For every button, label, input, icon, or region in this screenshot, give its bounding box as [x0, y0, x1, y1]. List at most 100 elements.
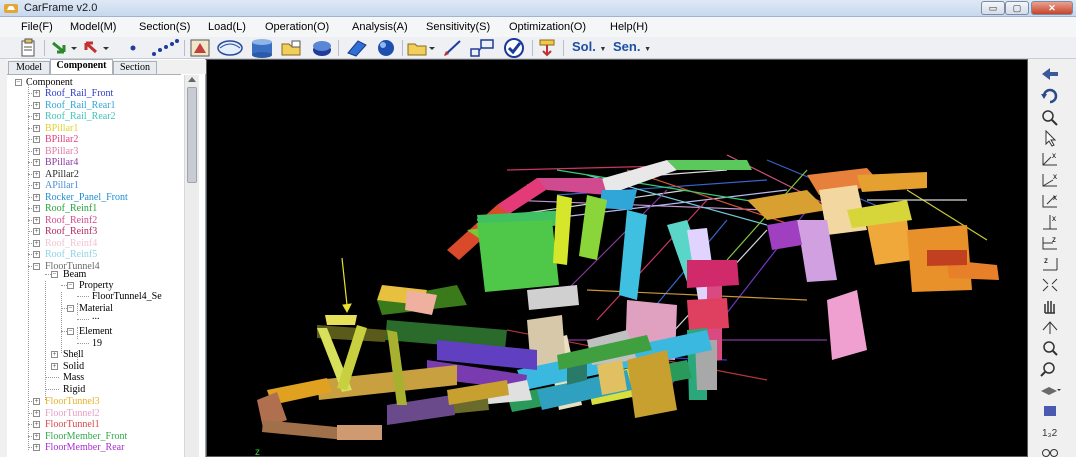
tree-label: 19: [92, 338, 102, 349]
refresh-icon[interactable]: [1039, 86, 1061, 106]
glasses-view-icon[interactable]: [1039, 443, 1061, 457]
maximize-button[interactable]: ▢: [1005, 1, 1029, 15]
expand-icon[interactable]: +: [33, 159, 40, 166]
solution-dropdown-icon: ▼: [599, 46, 607, 53]
view-xy-icon[interactable]: x: [1039, 149, 1061, 169]
new-document-icon[interactable]: [18, 38, 40, 58]
menu-load[interactable]: Load(L): [208, 21, 246, 33]
collapse-icon[interactable]: −: [15, 79, 22, 86]
view-front-icon[interactable]: z: [1039, 233, 1061, 253]
expand-icon[interactable]: +: [51, 351, 58, 358]
load-arrow-icon[interactable]: [536, 38, 558, 58]
tree-label: Property: [79, 280, 114, 291]
expand-icon[interactable]: +: [33, 216, 40, 224]
pencil-measure-icon[interactable]: [441, 38, 465, 58]
back-arrow-icon[interactable]: [1039, 64, 1061, 84]
select-cursor-icon[interactable]: [1039, 128, 1061, 148]
collapse-icon[interactable]: −: [67, 282, 74, 289]
scroll-thumb[interactable]: [187, 87, 197, 183]
node-point-icon[interactable]: [125, 38, 141, 58]
numbering-icon[interactable]: 1₃2: [1039, 422, 1061, 442]
minimize-button[interactable]: ▭: [981, 1, 1005, 15]
model-viewport[interactable]: z: [206, 59, 1028, 457]
beam-line-icon[interactable]: [150, 38, 180, 58]
expand-icon[interactable]: +: [33, 205, 40, 212]
pan-hand-icon[interactable]: [1039, 296, 1061, 316]
tree-item-label: Roof_Rail_Rear1: [45, 99, 116, 111]
menu-bar: File(F) Model(M) Section(S) Load(L) Oper…: [0, 17, 1076, 37]
collapse-icon[interactable]: −: [67, 328, 74, 335]
expand-icon[interactable]: +: [33, 228, 40, 235]
select-box-icon[interactable]: [468, 38, 496, 58]
menu-file[interactable]: File(F): [21, 21, 53, 33]
close-button[interactable]: ✕: [1031, 1, 1073, 15]
expand-icon[interactable]: +: [33, 113, 40, 120]
tab-component[interactable]: Component: [50, 59, 113, 74]
menu-model[interactable]: Model(M): [70, 21, 116, 33]
view-zx-icon[interactable]: x: [1039, 191, 1061, 211]
open-folder-icon[interactable]: [280, 38, 304, 58]
expand-icon[interactable]: +: [33, 398, 40, 405]
view-yz-icon[interactable]: x: [1039, 170, 1061, 190]
view-iso-icon[interactable]: x: [1039, 212, 1061, 232]
expand-icon[interactable]: +: [33, 421, 40, 428]
zoom-window-icon[interactable]: [1039, 338, 1061, 358]
folder-options-icon[interactable]: [406, 38, 436, 58]
mass-blob-icon[interactable]: [310, 38, 334, 58]
zoom-fit-icon[interactable]: [1039, 107, 1061, 127]
fill-display-icon[interactable]: [1039, 401, 1061, 421]
expand-icon[interactable]: +: [33, 239, 40, 247]
rotate-icon[interactable]: [1039, 317, 1061, 337]
shading-icon[interactable]: [345, 38, 369, 58]
sensitivity-button[interactable]: Sen. ▼: [613, 39, 651, 54]
expand-icon[interactable]: +: [33, 251, 40, 258]
tree-scrollbar[interactable]: [184, 75, 199, 457]
tab-section[interactable]: Section: [113, 61, 157, 74]
tree-item-label: BPillar1: [45, 122, 79, 134]
tab-model[interactable]: Model: [8, 61, 50, 74]
layer-dropdown-icon[interactable]: [1039, 380, 1061, 400]
app-car-icon: [4, 4, 18, 13]
view-back-icon[interactable]: z: [1039, 254, 1061, 274]
scroll-up-icon[interactable]: [188, 77, 196, 82]
solution-button[interactable]: Sol. ▼: [572, 39, 606, 54]
check-validate-icon[interactable]: [500, 38, 528, 58]
zoom-dynamic-icon[interactable]: [1039, 359, 1061, 379]
sensitivity-dropdown-icon: ▼: [644, 46, 652, 53]
title-bar: CarFrame v2.0 ▭ ▢ ✕: [0, 0, 1076, 17]
expand-icon[interactable]: +: [33, 90, 40, 97]
shell-shape-icon[interactable]: [216, 38, 244, 58]
expand-icon[interactable]: +: [33, 101, 40, 109]
menu-operation[interactable]: Operation(O): [265, 21, 329, 33]
menu-analysis[interactable]: Analysis(A): [352, 21, 408, 33]
expand-icon[interactable]: +: [33, 124, 40, 132]
menu-section[interactable]: Section(S): [139, 21, 190, 33]
section-frame-icon[interactable]: [189, 38, 211, 58]
solid-cylinder-icon[interactable]: [248, 38, 276, 58]
expand-icon[interactable]: +: [33, 147, 40, 155]
axis-z-label: z: [255, 447, 260, 457]
expand-icon[interactable]: +: [33, 409, 40, 417]
tree-label: Shell: [63, 349, 84, 360]
menu-optimization[interactable]: Optimization(O): [509, 21, 586, 33]
import-arrow-icon[interactable]: [50, 38, 78, 58]
expand-icon[interactable]: +: [33, 193, 40, 201]
expand-icon[interactable]: +: [51, 363, 58, 370]
collapse-icon[interactable]: −: [51, 271, 58, 278]
tree-item-label: Roof_Reinf4: [45, 237, 98, 249]
expand-icon[interactable]: +: [33, 432, 40, 440]
render-sphere-icon[interactable]: [374, 38, 398, 58]
svg-text:x: x: [1052, 214, 1056, 223]
collapse-icon[interactable]: −: [33, 262, 40, 270]
export-arrow-icon[interactable]: [82, 38, 110, 58]
expand-icon[interactable]: +: [33, 170, 40, 178]
view-multi-icon[interactable]: [1039, 275, 1061, 295]
expand-icon[interactable]: +: [33, 136, 40, 143]
svg-text:x: x: [1052, 151, 1056, 160]
menu-help[interactable]: Help(H): [610, 21, 648, 33]
expand-icon[interactable]: +: [33, 182, 40, 189]
component-tree: − Component + Roof_Rail_Front + Roof_Rail_R…: [7, 74, 181, 457]
expand-icon[interactable]: +: [33, 444, 40, 451]
collapse-icon[interactable]: −: [67, 305, 74, 312]
menu-sensitivity[interactable]: Sensitivity(S): [426, 21, 490, 33]
